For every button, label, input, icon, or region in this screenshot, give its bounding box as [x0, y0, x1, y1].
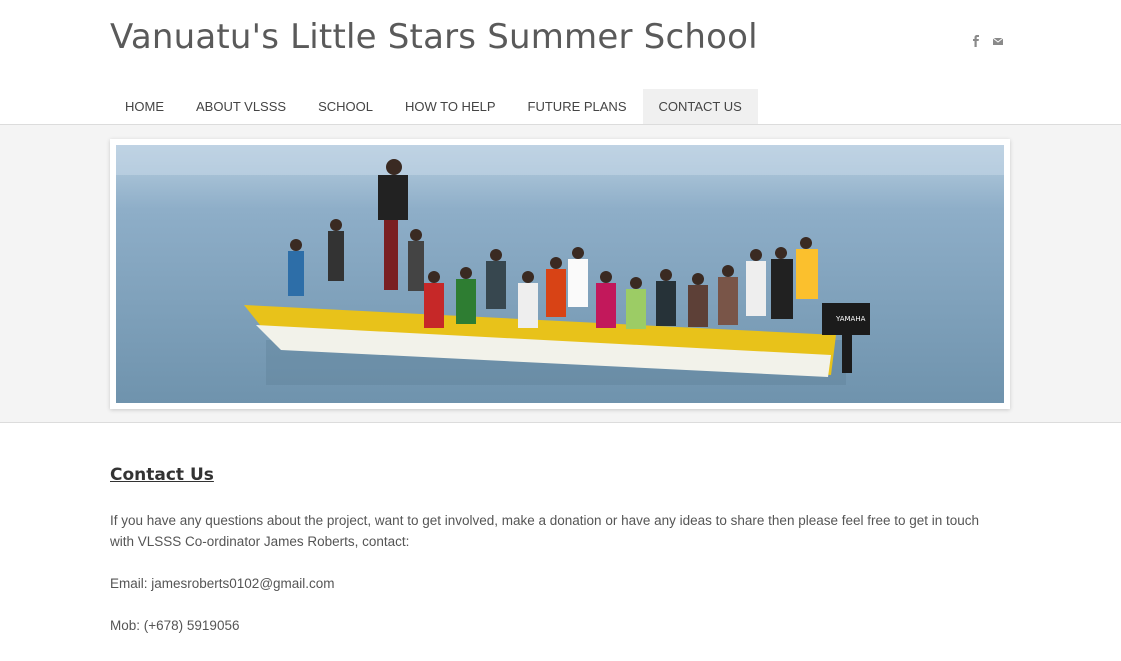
- social-links: [970, 34, 1004, 48]
- page-heading: Contact Us: [110, 465, 214, 485]
- motor-brand-label: YAMAHA: [835, 315, 866, 323]
- contact-email: Email: jamesroberts0102@gmail.com: [110, 576, 335, 591]
- contact-mobile: Mob: (+678) 5919056: [110, 618, 240, 633]
- contact-intro: If you have any questions about the proj…: [110, 513, 980, 549]
- nav-item-how-to-help[interactable]: HOW TO HELP: [389, 89, 512, 124]
- nav-item-home[interactable]: HOME: [109, 89, 180, 124]
- nav-item-school[interactable]: SCHOOL: [302, 89, 389, 124]
- site-header: Vanuatu's Little Stars Summer School HOM…: [0, 0, 1121, 124]
- facebook-icon[interactable]: [970, 34, 982, 48]
- nav-item-about-vlsss[interactable]: ABOUT VLSSS: [180, 89, 302, 124]
- nav-item-contact-us[interactable]: CONTACT US: [642, 89, 758, 124]
- site-title[interactable]: Vanuatu's Little Stars Summer School: [110, 17, 758, 57]
- nav-item-future-plans[interactable]: FUTURE PLANS: [512, 89, 643, 124]
- banner-frame: YAMAHA: [110, 139, 1010, 409]
- contact-section: Contact Us If you have any questions abo…: [110, 462, 1010, 633]
- banner-image: YAMAHA: [116, 145, 1004, 403]
- mail-icon[interactable]: [992, 34, 1004, 48]
- main-nav: HOME ABOUT VLSSS SCHOOL HOW TO HELP FUTU…: [109, 89, 758, 124]
